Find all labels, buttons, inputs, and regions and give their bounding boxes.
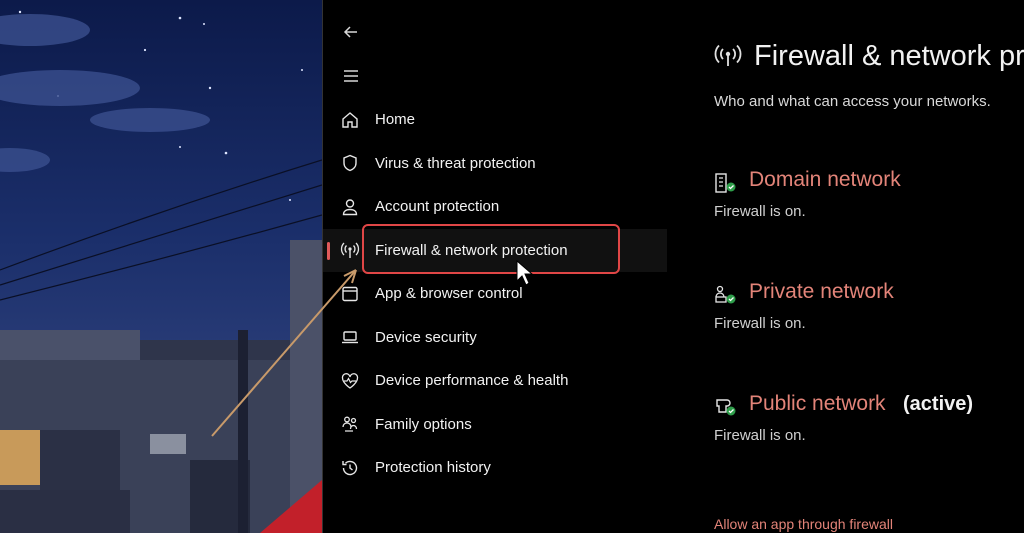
sidebar-item-label: Device performance & health [375, 372, 569, 390]
wireless-signal-icon [339, 239, 361, 261]
public-network-status: Firewall is on. [714, 427, 806, 444]
menu-button[interactable] [339, 64, 363, 88]
sidebar-item-label: Device security [375, 328, 477, 346]
sidebar-item-virus-threat[interactable]: Virus & threat protection [323, 142, 667, 186]
public-network-link[interactable]: Public network [749, 392, 886, 416]
home-icon [339, 109, 361, 131]
heart-pulse-icon [339, 370, 361, 392]
active-network-badge: (active) [903, 393, 974, 415]
sidebar-item-label: Protection history [375, 459, 491, 477]
sidebar-item-label: Account protection [375, 198, 500, 216]
family-icon [339, 413, 361, 435]
public-network-icon [714, 396, 738, 418]
page-title: Firewall & network pr [754, 40, 1024, 72]
private-network-status: Firewall is on. [714, 315, 806, 332]
allow-app-through-firewall-link[interactable]: Allow an app through firewall [714, 516, 893, 532]
sidebar-item-label: Virus & threat protection [375, 154, 536, 172]
sidebar-item-home[interactable]: Home [323, 98, 667, 142]
domain-network-status: Firewall is on. [714, 203, 806, 220]
sidebar-item-label: App & browser control [375, 285, 523, 303]
sidebar-item-label: Family options [375, 415, 472, 433]
back-arrow-icon [343, 26, 357, 38]
sidebar-item-account[interactable]: Account protection [323, 185, 667, 229]
wireless-signal-icon [714, 44, 742, 73]
sidebar-nav: Home Virus & threat protection Account p… [323, 98, 667, 490]
sidebar-item-family-options[interactable]: Family options [323, 403, 667, 447]
domain-building-icon [714, 172, 738, 194]
shield-icon [339, 152, 361, 174]
highlight-annotation-box [362, 224, 620, 274]
private-network-icon [714, 284, 738, 306]
sidebar-item-app-browser[interactable]: App & browser control [323, 272, 667, 316]
app-window-icon [339, 283, 361, 305]
person-icon [339, 196, 361, 218]
main-content: Firewall & network pr Who and what can a… [714, 0, 1024, 533]
page-subtitle: Who and what can access your networks. [714, 93, 991, 110]
private-network-link[interactable]: Private network [749, 280, 894, 304]
sidebar-item-device-security[interactable]: Device security [323, 316, 667, 360]
back-button[interactable] [339, 20, 363, 44]
sidebar-item-label: Home [375, 111, 416, 129]
history-icon [339, 457, 361, 479]
sidebar-item-device-performance[interactable]: Device performance & health [323, 359, 667, 403]
desktop-wallpaper [0, 0, 322, 533]
sidebar-item-protection-history[interactable]: Protection history [323, 446, 667, 490]
laptop-icon [339, 326, 361, 348]
domain-network-link[interactable]: Domain network [749, 168, 901, 192]
hamburger-menu-icon [344, 70, 358, 82]
